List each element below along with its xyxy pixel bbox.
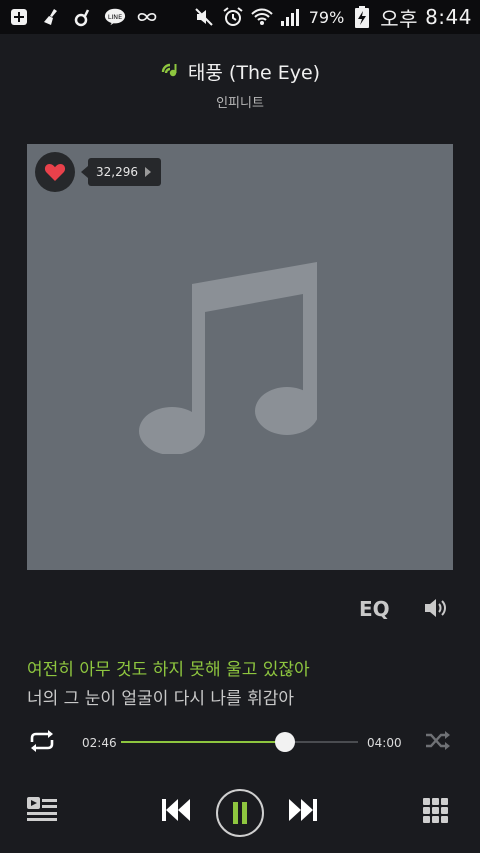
song-title: 태풍 (The Eye) — [187, 62, 321, 84]
infinity-icon — [136, 6, 158, 28]
grid-menu-icon — [423, 798, 448, 823]
shuffle-button[interactable] — [424, 730, 452, 756]
heart-icon — [44, 164, 66, 181]
seek-bar-progress — [121, 741, 285, 743]
volume-button[interactable] — [423, 597, 449, 623]
clock-ampm: 오후 — [380, 6, 419, 31]
add-icon — [8, 6, 30, 28]
svg-text:LINE: LINE — [108, 13, 122, 21]
cleaner-icon — [40, 6, 62, 28]
battery-icon — [351, 6, 373, 28]
eq-button[interactable]: EQ — [359, 597, 390, 621]
playlist-button[interactable] — [26, 795, 58, 827]
music-app-icon — [72, 6, 94, 28]
status-bar: LINE 79% 오후 8:44 — [0, 0, 480, 34]
shuffle-icon — [426, 731, 450, 750]
repeat-button[interactable] — [27, 729, 57, 757]
next-button[interactable] — [287, 797, 319, 827]
menu-grid-button[interactable] — [423, 798, 449, 828]
wifi-icon — [250, 6, 273, 28]
pause-button[interactable] — [216, 789, 264, 837]
clock-time: 8:44 — [425, 5, 472, 29]
pause-icon — [233, 802, 247, 824]
like-button[interactable] — [35, 152, 75, 192]
artist-name[interactable]: 인피니트 — [0, 92, 480, 111]
signal-icon — [280, 6, 302, 28]
next-icon — [289, 799, 317, 821]
seek-bar-thumb[interactable] — [274, 732, 295, 752]
album-art: 32,296 — [27, 144, 453, 570]
lyric-next-line[interactable]: 너의 그 눈이 얼굴이 다시 나를 휘감아 — [27, 684, 294, 709]
alarm-icon — [222, 6, 244, 28]
total-time: 04:00 — [367, 736, 402, 750]
current-time: 02:46 — [82, 736, 117, 750]
volume-icon — [425, 599, 446, 617]
like-count: 32,296 — [96, 165, 138, 179]
battery-percent: 79% — [308, 7, 345, 27]
chevron-right-icon — [145, 167, 151, 177]
playlist-icon — [27, 797, 57, 821]
line-icon: LINE — [104, 6, 126, 28]
repeat-icon — [30, 730, 54, 752]
music-note-icon — [137, 254, 319, 458]
now-playing-icon — [160, 60, 180, 84]
like-count-badge[interactable]: 32,296 — [81, 158, 161, 186]
seek-bar[interactable] — [121, 732, 358, 752]
now-playing-header: 태풍 (The Eye) 인피니트 — [0, 58, 480, 111]
previous-icon — [162, 799, 190, 821]
previous-button[interactable] — [160, 797, 192, 827]
lyric-current-line[interactable]: 여전히 아무 것도 하지 못해 울고 있잖아 — [27, 655, 310, 680]
mute-icon — [193, 6, 215, 28]
